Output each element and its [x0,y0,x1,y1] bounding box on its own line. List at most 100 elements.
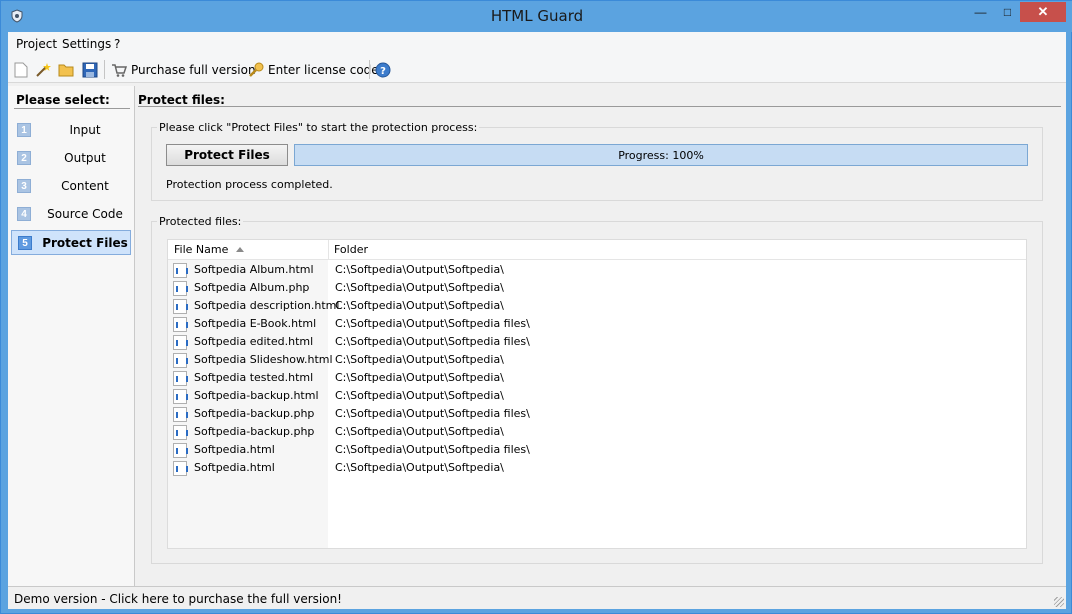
table-row[interactable]: Softpedia Album.html C:\Softpedia\Output\… [168,261,1026,279]
open-button[interactable] [58,61,76,79]
table-row[interactable]: Softpedia E-Book.html C:\Softpedia\Output… [168,315,1026,333]
status-bar[interactable]: Demo version - Click here to purchase th… [8,586,1066,609]
shopping-cart-icon [112,64,127,77]
folder-cell: C:\Softpedia\Output\Softpedia\ [335,425,504,438]
folder-cell: C:\Softpedia\Output\Softpedia\ [335,371,504,384]
file-name-cell: Softpedia-backup.php [194,425,315,438]
table-row[interactable]: Softpedia Album.php C:\Softpedia\Output\S… [168,279,1026,297]
file-name-cell: Softpedia Slideshow.html [194,353,333,366]
divider [138,106,1061,107]
sidebar-item-label: Content [61,179,109,193]
sidebar-item-label: Input [69,123,101,137]
html-file-icon [173,371,188,386]
toolbar: Purchase full version Enter license code… [8,56,1066,83]
main-panel: Protect files: Please click "Protect Fil… [138,86,1066,586]
html-file-icon [173,317,188,332]
file-name-cell: Softpedia.html [194,443,275,456]
file-name-cell: Softpedia-backup.php [194,407,315,420]
table-row[interactable]: Softpedia-backup.php C:\Softpedia\Output\… [168,405,1026,423]
purchase-button[interactable]: Purchase full version [111,61,256,79]
table-row[interactable]: Softpedia-backup.php C:\Softpedia\Output\… [168,423,1026,441]
menu-project[interactable]: Project [16,37,57,51]
files-table[interactable]: File Name Folder Softpedia Album.html C:\… [167,239,1027,549]
sidebar-item-input[interactable]: 1 Input [11,118,131,143]
title-bar[interactable]: HTML Guard — □ ✕ [1,1,1072,32]
html-file-icon [173,443,188,458]
divider [14,108,130,109]
column-header-label: File Name [174,243,229,256]
folder-cell: C:\Softpedia\Output\Softpedia\ [335,389,504,402]
magic-wand-icon [36,63,51,77]
sidebar: Please select: 1 Input 2 Output 3 Conten… [8,86,135,586]
table-row[interactable]: Softpedia tested.html C:\Softpedia\Output… [168,369,1026,387]
menu-settings[interactable]: Settings [62,37,111,51]
table-row[interactable]: Softpedia-backup.html C:\Softpedia\Output… [168,387,1026,405]
folder-cell: C:\Softpedia\Output\Softpedia\ [335,353,504,366]
help-icon: ? [375,62,391,78]
close-button[interactable]: ✕ [1020,2,1066,22]
step-number: 2 [17,151,31,165]
app-window: HTML Guard — □ ✕ Project Settings ? Purc… [0,0,1072,614]
folder-cell: C:\Softpedia\Output\Softpedia\ [335,461,504,474]
sidebar-item-content[interactable]: 3 Content [11,174,131,199]
progress-bar: Progress: 100% [294,144,1028,166]
floppy-disk-icon [82,62,98,78]
wizard-button[interactable] [35,61,51,79]
new-document-icon [14,62,28,78]
sidebar-heading: Please select: [16,93,110,107]
column-header-folder[interactable]: Folder [334,243,368,256]
step-number: 1 [17,123,31,137]
step-number: 3 [17,179,31,193]
table-row[interactable]: Softpedia Slideshow.html C:\Softpedia\Out… [168,351,1026,369]
html-file-icon [173,299,188,314]
folder-cell: C:\Softpedia\Output\Softpedia files\ [335,335,530,348]
html-file-icon [173,425,188,440]
html-file-icon [173,281,188,296]
folder-cell: C:\Softpedia\Output\Softpedia\ [335,299,504,312]
purchase-label: Purchase full version [131,63,256,77]
step-number: 4 [17,207,31,221]
svg-text:?: ? [380,66,386,77]
table-row[interactable]: Softpedia edited.html C:\Softpedia\Output… [168,333,1026,351]
sort-ascending-icon [236,247,245,252]
protect-files-button[interactable]: Protect Files [166,144,288,166]
group-label: Protected files: [157,215,244,228]
column-header-file-name[interactable]: File Name [174,243,245,256]
folder-cell: C:\Softpedia\Output\Softpedia files\ [335,443,530,456]
sidebar-item-output[interactable]: 2 Output [11,146,131,171]
html-file-icon [173,335,188,350]
file-name-cell: Softpedia-backup.html [194,389,319,402]
column-separator[interactable] [328,240,329,260]
table-row[interactable]: Softpedia.html C:\Softpedia\Output\Softpe… [168,459,1026,477]
resize-grip[interactable] [1054,597,1064,607]
sidebar-item-label: Protect Files [42,236,128,250]
file-name-cell: Softpedia edited.html [194,335,314,348]
file-name-cell: Softpedia tested.html [194,371,314,384]
maximize-button[interactable]: □ [994,2,1021,22]
menu-help[interactable]: ? [114,37,120,51]
new-file-button[interactable] [14,61,28,79]
minimize-button[interactable]: — [967,2,994,22]
sidebar-item-source-code[interactable]: 4 Source Code [11,202,131,227]
help-button[interactable]: ? [375,61,391,79]
status-bar-text[interactable]: Demo version - Click here to purchase th… [14,592,342,606]
protect-group: Please click "Protect Files" to start th… [151,121,1043,201]
table-row[interactable]: Softpedia description.html C:\Softpedia\O… [168,297,1026,315]
key-icon [249,62,264,77]
open-folder-icon [58,64,74,77]
folder-cell: C:\Softpedia\Output\Softpedia\ [335,263,504,276]
sidebar-item-label: Source Code [47,207,123,221]
window-title: HTML Guard [490,7,584,25]
step-number: 5 [18,236,32,250]
sidebar-item-protect-files[interactable]: 5 Protect Files [11,230,131,255]
file-name-cell: Softpedia E-Book.html [194,317,317,330]
group-label: Please click "Protect Files" to start th… [157,121,480,134]
protected-files-group: Protected files: File Name Folder Softpe… [151,215,1043,564]
table-row[interactable]: Softpedia.html C:\Softpedia\Output\Softpe… [168,441,1026,459]
html-file-icon [173,353,188,368]
enter-license-button[interactable]: Enter license code [248,61,379,79]
html-file-icon [173,263,188,278]
toolbar-separator [369,60,370,79]
save-button[interactable] [82,61,98,79]
html-file-icon [173,389,188,404]
